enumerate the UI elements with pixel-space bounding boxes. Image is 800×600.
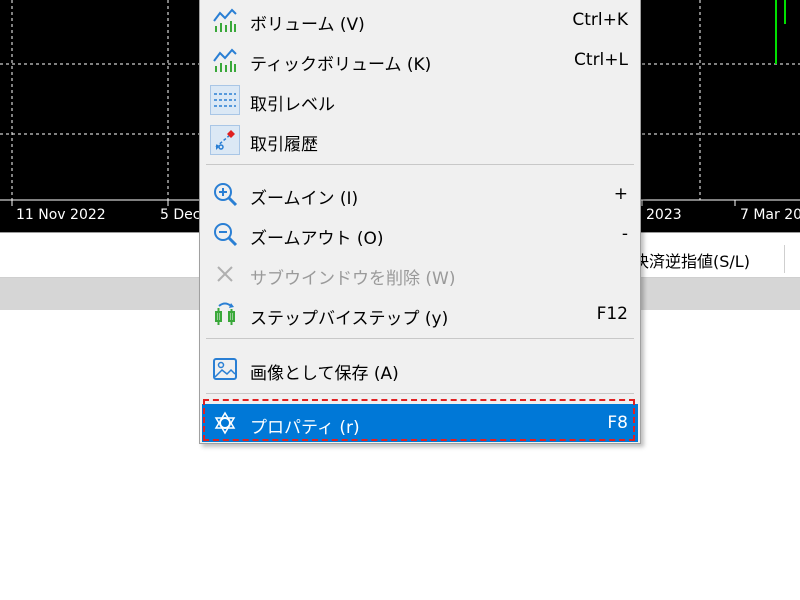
menu-label: 取引履歴 (250, 135, 318, 155)
menu-shortcut: F12 (596, 304, 628, 324)
trade-levels-icon (210, 85, 240, 115)
save-image-icon (210, 354, 240, 384)
menu-label: ズームアウト (O) (250, 229, 384, 249)
date-label-3: 2023 (646, 207, 682, 223)
delete-icon (210, 259, 240, 289)
menu-item-tick-volume[interactable]: ティックボリューム (K) Ctrl+L (202, 41, 638, 79)
menu-separator (206, 393, 634, 394)
menu-item-trade-history[interactable]: 取引履歴 (202, 121, 638, 159)
menu-label: ズームイン (I) (250, 189, 359, 209)
menu-item-properties[interactable]: プロパティ (r) F8 (202, 404, 638, 442)
tick-volume-chart-icon (210, 45, 240, 75)
menu-shortcut: Ctrl+L (574, 50, 628, 70)
zoom-in-icon (210, 179, 240, 209)
menu-separator (206, 164, 634, 165)
trade-history-icon (210, 125, 240, 155)
menu-item-zoom-in[interactable]: ズームイン (I) + (202, 175, 638, 213)
menu-label: ティックボリューム (K) (250, 55, 432, 75)
menu-item-delete-subwindow: サブウインドウを削除 (W) (202, 255, 638, 293)
menu-item-save-as-image[interactable]: 画像として保存 (A) (202, 350, 638, 388)
gear-icon (210, 408, 240, 438)
step-by-step-icon (210, 299, 240, 329)
date-label-2: 5 Dec (160, 207, 201, 223)
chart-context-menu: ボリューム (V) Ctrl+K ティックボリューム (K) Ctrl+L 取引… (199, 0, 641, 444)
menu-shortcut: Ctrl+K (572, 10, 628, 30)
menu-label: サブウインドウを削除 (W) (250, 269, 456, 289)
volume-bars (775, 0, 786, 64)
menu-label: ステップバイステップ (y) (250, 309, 449, 329)
date-label-4: 7 Mar 20 (740, 207, 800, 223)
column-divider[interactable] (784, 245, 785, 273)
column-header-stop-loss[interactable]: 決済逆指値(S/L) (633, 248, 750, 272)
menu-item-zoom-out[interactable]: ズームアウト (O) - (202, 215, 638, 253)
menu-item-volume[interactable]: ボリューム (V) Ctrl+K (202, 1, 638, 39)
menu-item-step-by-step[interactable]: ステップバイステップ (y) F12 (202, 295, 638, 333)
date-label-1: 11 Nov 2022 (16, 207, 106, 223)
volume-chart-icon (210, 5, 240, 35)
menu-label: ボリューム (V) (250, 15, 365, 35)
menu-label: 画像として保存 (A) (250, 364, 399, 384)
menu-separator (206, 338, 634, 339)
menu-label: プロパティ (r) (250, 418, 360, 438)
menu-shortcut: - (621, 224, 628, 244)
menu-item-trade-levels[interactable]: 取引レベル (202, 81, 638, 119)
menu-label: 取引レベル (250, 95, 335, 115)
zoom-out-icon (210, 219, 240, 249)
menu-shortcut: F8 (607, 413, 628, 433)
menu-shortcut: + (613, 184, 628, 204)
